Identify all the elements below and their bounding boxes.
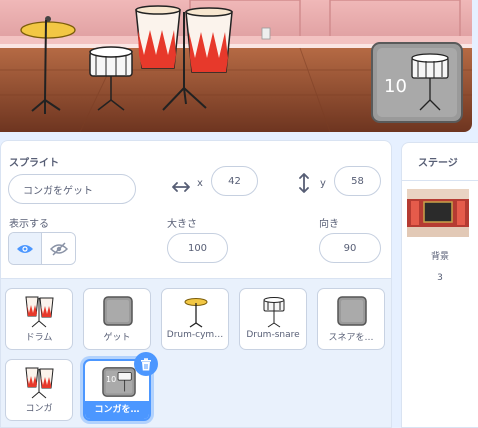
x-arrows-icon — [171, 177, 191, 197]
sprite-tile-name: ドラム — [25, 333, 53, 343]
sprite-tile-name: スネアを… — [328, 333, 374, 343]
sprite-tile-name: コンガ — [25, 404, 53, 414]
snare-thumb-icon — [257, 294, 291, 328]
backdrop-thumbnail[interactable] — [407, 189, 469, 237]
sprite-list: ドラム ゲット Drum-cym… Drum-snare スネアを… コンガ 1… — [0, 278, 392, 428]
hide-button[interactable] — [42, 233, 75, 264]
sprite-tile-snare-get[interactable]: スネアを… — [317, 288, 385, 350]
sprite-tile-drum-cymbal[interactable]: Drum-cym… — [161, 288, 229, 350]
outlet — [261, 27, 271, 40]
eye-slash-icon — [49, 241, 68, 256]
cymbal-thumb-icon — [179, 294, 213, 328]
sprite-tile-drum-snare[interactable]: Drum-snare — [239, 288, 307, 350]
sprite-tile-name: ゲット — [103, 333, 131, 343]
sprite-section-title: スプライト — [9, 158, 59, 169]
stage-badge-number: 10 — [384, 76, 407, 97]
trash-icon — [141, 357, 151, 370]
stage-selector-panel[interactable]: ステージ 背景 3 — [401, 142, 478, 428]
stage-panel-title: ステージ — [402, 143, 478, 181]
direction-label: 向き — [319, 219, 339, 230]
gray-square-thumb-icon — [101, 294, 135, 328]
stage-canvas[interactable]: 10 — [0, 0, 472, 132]
visibility-toggle-group — [8, 232, 76, 265]
x-label: x — [197, 178, 203, 189]
sprite-info-panel: スプライト コンガをゲット x 42 y 58 表示する 大きさ 100 向き … — [0, 140, 392, 278]
show-button[interactable] — [9, 233, 43, 264]
eye-icon — [17, 244, 33, 253]
selected-sprite-on-stage: 10 — [371, 42, 463, 123]
thumb-badge-number: 10 — [106, 375, 117, 384]
direction-input[interactable]: 90 — [319, 233, 381, 263]
conga-thumb-icon — [23, 294, 57, 328]
show-label: 表示する — [9, 219, 49, 230]
y-arrows-icon — [297, 172, 311, 194]
x-input[interactable]: 42 — [211, 166, 258, 196]
sprite-tile-name: Drum-snare — [246, 330, 300, 340]
sprite-tile-name: コンガを… — [85, 401, 149, 419]
conga-thumb-icon — [23, 365, 57, 399]
size-label: 大きさ — [167, 219, 197, 230]
delete-sprite-button[interactable] — [134, 352, 158, 376]
sprite-tile-name: Drum-cym… — [166, 330, 224, 340]
size-input[interactable]: 100 — [167, 233, 228, 263]
sprite-tile-conga[interactable]: コンガ — [5, 359, 73, 421]
backdrop-count: 3 — [437, 273, 443, 283]
backdrop-label: 背景 — [430, 252, 449, 262]
sprite-tile-drum[interactable]: ドラム — [5, 288, 73, 350]
y-label: y — [320, 178, 326, 189]
sprite-tile-get[interactable]: ゲット — [83, 288, 151, 350]
gray-square-thumb-icon — [335, 294, 369, 328]
sprite-name-input[interactable]: コンガをゲット — [8, 174, 136, 204]
y-input[interactable]: 58 — [334, 166, 381, 196]
